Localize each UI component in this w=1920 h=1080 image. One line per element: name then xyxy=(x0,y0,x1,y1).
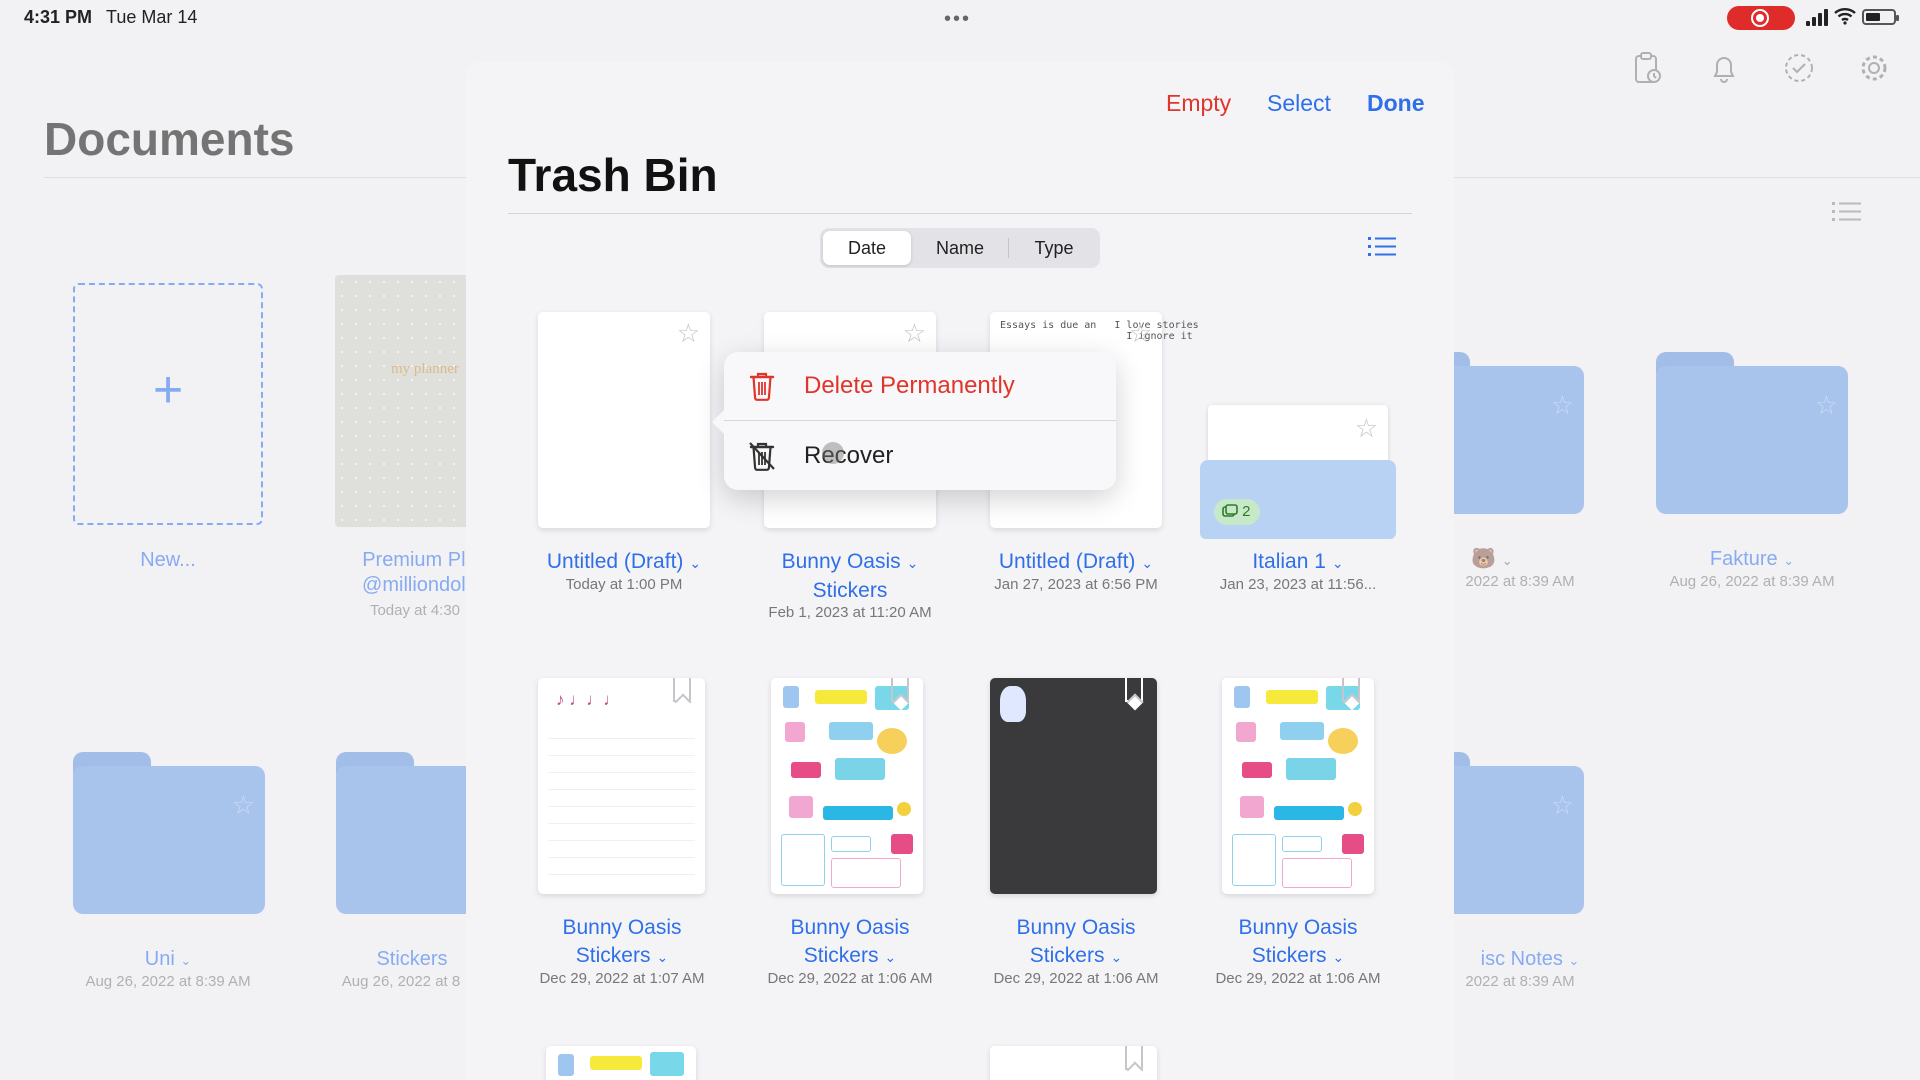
trash-item-date: Dec 29, 2022 at 1:07 AM xyxy=(539,970,705,987)
segment-separator xyxy=(1008,238,1009,258)
trash-item-bunny-oasis-4[interactable] xyxy=(990,678,1157,894)
trash-item-name[interactable]: Bunny Oasis Stickers ⌄ xyxy=(970,914,1182,971)
sort-segmented-control: Date Name Type xyxy=(820,228,1100,268)
screen-recording-icon[interactable] xyxy=(1727,6,1795,30)
sort-date-button[interactable]: Date xyxy=(823,231,911,265)
trash-item-italian-1[interactable]: ☆ 2 xyxy=(1200,405,1396,539)
star-icon[interactable]: ☆ xyxy=(677,318,700,349)
music-note-icon: ♪ ♩♩♩ xyxy=(556,690,621,709)
trash-item-bunny-oasis-2[interactable]: ♪ ♩♩♩ xyxy=(538,678,705,894)
trash-icon xyxy=(749,372,775,401)
trash-slash-icon xyxy=(749,442,775,471)
item-count-badge: 2 xyxy=(1214,499,1260,525)
chevron-down-icon[interactable]: ⌄ xyxy=(1332,949,1344,965)
status-time: 4:31 PM xyxy=(24,7,93,27)
chevron-down-icon[interactable]: ⌄ xyxy=(1110,949,1122,965)
menu-separator xyxy=(724,420,1116,421)
context-menu: Delete Permanently Recover xyxy=(712,352,1116,490)
trash-item-name[interactable]: Italian 1 ⌄ xyxy=(1198,548,1398,577)
multitask-dots[interactable]: ••• xyxy=(944,8,971,31)
select-button[interactable]: Select xyxy=(1267,90,1331,117)
chevron-down-icon[interactable]: ⌄ xyxy=(1332,555,1344,571)
trash-item-date: Dec 29, 2022 at 1:06 AM xyxy=(1215,970,1381,987)
divider xyxy=(508,213,1412,214)
star-icon[interactable]: ☆ xyxy=(903,318,926,349)
bookmark-icon[interactable] xyxy=(1342,678,1360,702)
status-bar: 4:31 PM Tue Mar 14 ••• xyxy=(0,0,1920,34)
chevron-down-icon[interactable]: ⌄ xyxy=(1141,555,1153,571)
trash-item-date: Dec 29, 2022 at 1:06 AM xyxy=(993,970,1159,987)
battery-icon xyxy=(1862,9,1899,25)
trash-item-untitled-draft-1[interactable]: ☆ xyxy=(538,312,710,528)
trash-item-name[interactable]: Untitled (Draft) ⌄ xyxy=(528,548,720,577)
bookmark-icon[interactable] xyxy=(1125,1046,1143,1070)
chevron-down-icon[interactable]: ⌄ xyxy=(689,555,701,571)
recover-menu-item[interactable]: Recover xyxy=(724,422,1116,490)
trash-item-partial[interactable] xyxy=(990,1046,1157,1080)
sort-type-button[interactable]: Type xyxy=(1011,231,1097,265)
trash-item-name[interactable]: Bunny Oasis Stickers ⌄ xyxy=(744,914,956,971)
trash-item-date: Jan 23, 2023 at 11:56... xyxy=(1219,576,1377,593)
sketch-preview: Essays is due an I love stories I ignore… xyxy=(1000,320,1199,342)
status-date: Tue Mar 14 xyxy=(106,7,198,27)
delete-permanently-menu-item[interactable]: Delete Permanently xyxy=(724,352,1116,420)
trash-item-name[interactable]: Bunny Oasis Stickers ⌄ xyxy=(1192,914,1404,971)
bunny-sticker xyxy=(1000,686,1026,722)
trash-item-name[interactable]: Bunny Oasis ⌄ Stickers xyxy=(744,548,956,605)
trash-item-partial[interactable] xyxy=(546,1046,696,1080)
trash-item-bunny-oasis-5[interactable] xyxy=(1222,678,1374,894)
touch-indicator xyxy=(822,442,844,464)
list-view-icon[interactable] xyxy=(1368,236,1396,263)
bookmark-icon[interactable] xyxy=(673,678,691,702)
context-menu-arrow xyxy=(712,410,724,434)
bookmark-icon[interactable] xyxy=(891,678,909,702)
empty-trash-button[interactable]: Empty xyxy=(1166,90,1231,117)
trash-item-date: Jan 27, 2023 at 6:56 PM xyxy=(994,576,1158,593)
trash-item-date: Today at 1:00 PM xyxy=(565,576,683,593)
trash-item-date: Dec 29, 2022 at 1:06 AM xyxy=(767,970,933,987)
chevron-down-icon[interactable]: ⌄ xyxy=(656,949,668,965)
star-icon[interactable]: ☆ xyxy=(1355,413,1378,444)
bookmark-icon[interactable] xyxy=(1125,678,1143,702)
trash-item-name[interactable]: Bunny Oasis Stickers ⌄ xyxy=(518,914,726,971)
recover-label: Recover xyxy=(804,442,894,469)
cellular-signal-icon xyxy=(1806,8,1828,26)
star-icon[interactable]: ☆ xyxy=(1129,318,1152,349)
chevron-down-icon[interactable]: ⌄ xyxy=(907,555,919,571)
sort-name-button[interactable]: Name xyxy=(915,231,1005,265)
trash-item-name[interactable]: Untitled (Draft) ⌄ xyxy=(970,548,1182,577)
done-button[interactable]: Done xyxy=(1367,90,1425,117)
trash-item-bunny-oasis-3[interactable] xyxy=(771,678,923,894)
trash-item-date: Feb 1, 2023 at 11:20 AM xyxy=(768,604,932,621)
trash-bin-title: Trash Bin xyxy=(508,149,718,201)
wifi-icon xyxy=(1834,7,1856,30)
lined-paper xyxy=(548,722,695,880)
chevron-down-icon[interactable]: ⌄ xyxy=(884,949,896,965)
delete-permanently-label: Delete Permanently xyxy=(804,372,1015,399)
